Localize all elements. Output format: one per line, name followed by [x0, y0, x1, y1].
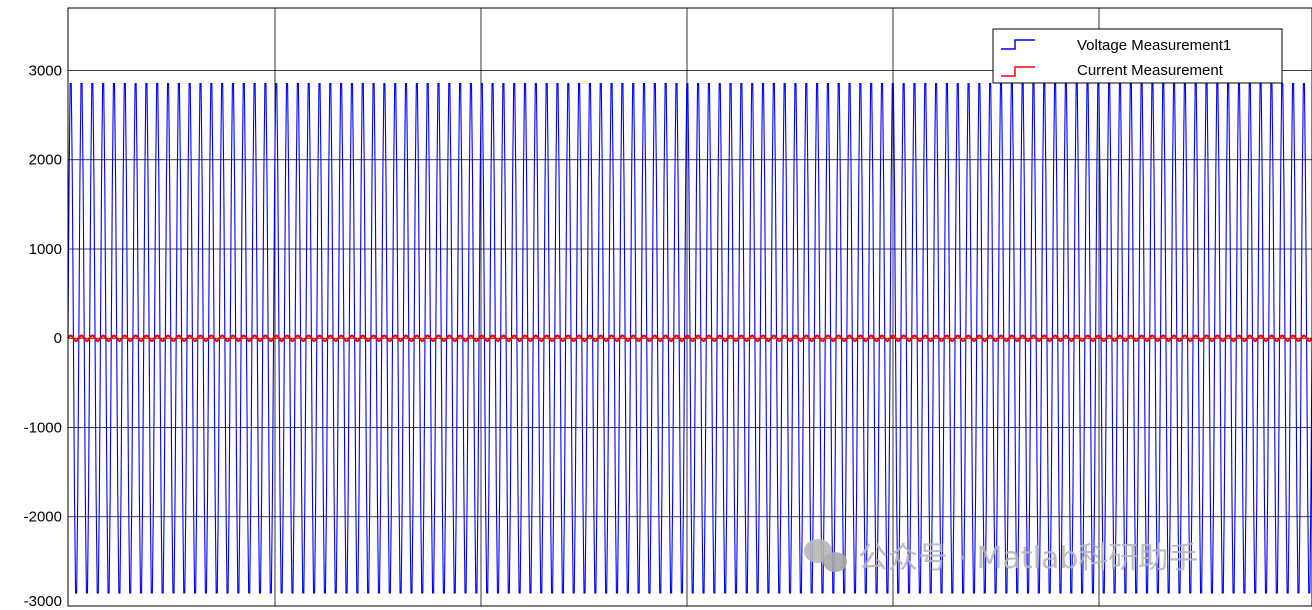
y-tick-label: -1000	[24, 419, 62, 436]
y-tick-label: -2000	[24, 509, 62, 526]
chart-area: 3000 2000 1000 0 -1000 -2000 -3000 Voltage Mea…	[24, 7, 1312, 610]
legend-label-voltage: Voltage Measurement1	[1077, 37, 1231, 54]
watermark-text: 公众号 · Matlab科研助手	[858, 541, 1198, 576]
y-tick-label: 0	[54, 330, 62, 347]
legend-label-current: Current Measurement	[1077, 62, 1224, 79]
watermark: 公众号 · Matlab科研助手	[804, 539, 1198, 576]
y-axis-ticks: 3000 2000 1000 0 -1000 -2000 -3000	[24, 62, 62, 610]
y-tick-label: 3000	[29, 62, 62, 79]
legend: Voltage Measurement1 Current Measurement	[992, 28, 1283, 84]
y-tick-label: 1000	[29, 241, 62, 258]
y-tick-label: 2000	[29, 152, 62, 169]
y-tick-label: -3000	[24, 593, 62, 610]
